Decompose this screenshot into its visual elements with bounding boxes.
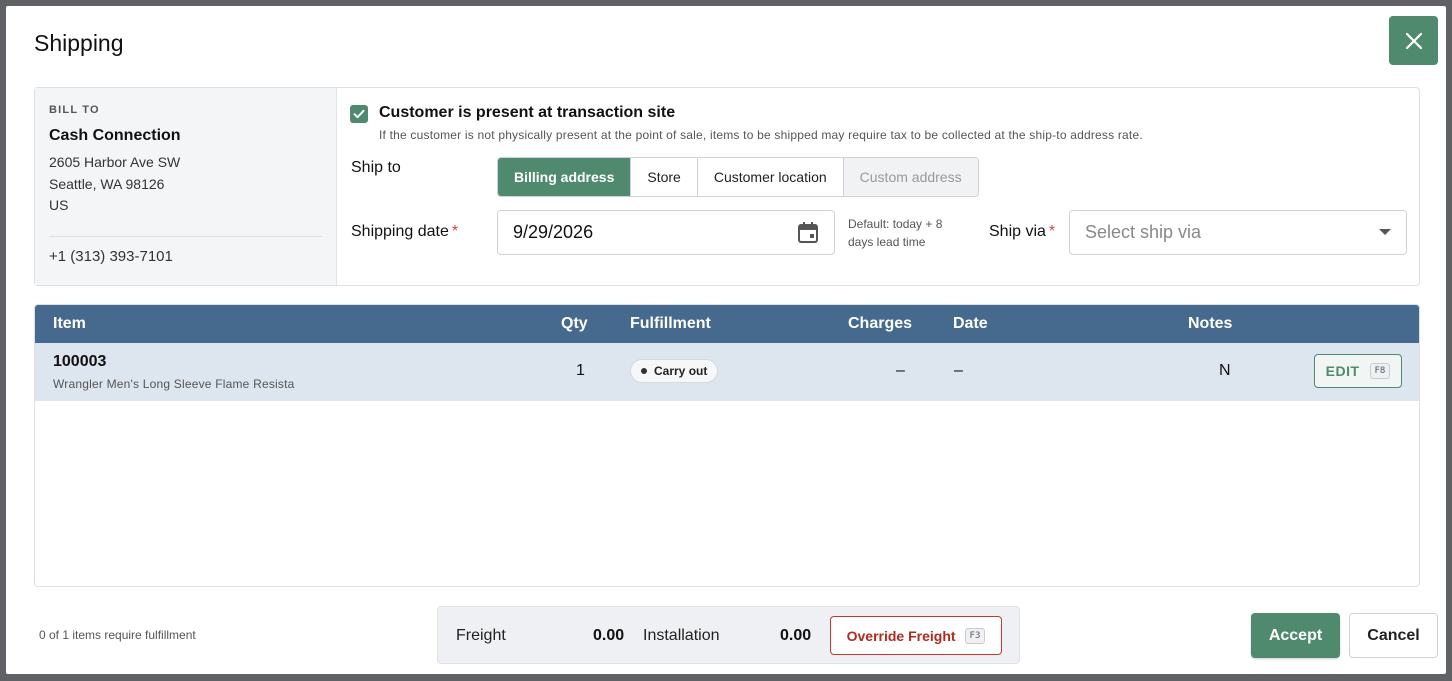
override-freight-button[interactable]: Override Freight F3 [830,616,1002,655]
close-button[interactable] [1389,16,1438,65]
item-charges: – [896,362,905,379]
dialog-title: Shipping [34,30,124,56]
shortcut-hint: F8 [1369,363,1391,379]
shipping-date-label: Shipping date * [351,223,458,241]
shipping-dialog: Shipping BILL TO Cash Connection 2605 Ha… [6,6,1446,674]
items-table: Item Qty Fulfillment Charges Date Notes … [34,304,1420,587]
shipping-date-default-note: Default: today + 8 days lead time [848,217,943,249]
item-notes: N [1219,362,1231,379]
ship-via-select[interactable]: Select ship via [1069,210,1407,255]
customer-present-note: If the customer is not physically presen… [379,128,1143,142]
column-header-qty: Qty [561,315,588,332]
item-date: – [954,362,963,379]
item-qty: 1 [576,362,585,379]
installation-value: 0.00 [780,627,812,644]
edit-button-label: EDIT [1325,363,1360,379]
ship-to-custom-address: Custom address [843,158,978,196]
bill-to-phone: +1 (313) 393-7101 [49,247,173,265]
column-header-date: Date [953,315,988,332]
ship-to-billing-address[interactable]: Billing address [498,158,632,196]
required-mark: * [451,223,459,240]
checkmark-icon [353,109,365,119]
installation-label: Installation [643,627,720,644]
item-number: 100003 [53,353,107,370]
ship-to-label: Ship to [351,159,401,176]
shipping-details-card: BILL TO Cash Connection 2605 Harbor Ave … [34,87,1420,286]
totals-panel: Freight 0.00 Installation 0.00 Override … [437,606,1020,664]
calendar-icon[interactable] [797,221,819,245]
fulfillment-badge: Carry out [630,359,719,383]
table-header: Item Qty Fulfillment Charges Date Notes [35,305,1419,343]
bill-to-name: Cash Connection [49,127,181,144]
override-freight-label: Override Freight [846,627,956,644]
customer-present-checkbox[interactable] [350,105,368,123]
column-header-notes: Notes [1188,315,1233,332]
address-line: 2605 Harbor Ave SW [49,154,181,170]
bill-to-panel: BILL TO Cash Connection 2605 Harbor Ave … [35,88,337,285]
fulfillment-status-note: 0 of 1 items require fulfillment [39,628,196,642]
table-row[interactable]: 100003 Wrangler Men's Long Sleeve Flame … [35,343,1419,401]
address-line: US [49,197,69,213]
item-description: Wrangler Men's Long Sleeve Flame Resista [53,377,295,391]
accept-button[interactable]: Accept [1251,613,1340,658]
chevron-down-icon [1379,229,1391,235]
fulfillment-label: Carry out [654,364,708,378]
shipping-date-value: 9/29/2026 [513,222,594,242]
shipping-date-label-text: Shipping date [351,223,449,240]
ship-to-store[interactable]: Store [631,158,698,196]
ship-to-customer-location[interactable]: Customer location [698,158,844,196]
freight-value: 0.00 [593,627,625,644]
required-mark: * [1048,223,1056,240]
bill-to-address: 2605 Harbor Ave SW Seattle, WA 98126 US [49,152,322,217]
ship-via-label: Ship via * [989,223,1055,241]
address-line: Seattle, WA 98126 [49,175,165,192]
dot-icon [641,368,647,374]
ship-via-placeholder: Select ship via [1085,222,1202,242]
freight-label: Freight [456,627,506,644]
edit-button[interactable]: EDIT F8 [1314,354,1402,388]
cancel-button[interactable]: Cancel [1349,613,1438,658]
column-header-item: Item [53,315,86,332]
ship-via-label-text: Ship via [989,223,1046,240]
column-header-charges: Charges [848,315,913,332]
ship-to-selector: Billing address Store Customer location … [497,157,979,197]
customer-present-label[interactable]: Customer is present at transaction site [379,104,675,122]
divider [49,235,322,237]
close-icon [1405,32,1422,49]
column-header-fulfillment: Fulfillment [630,315,711,332]
shipping-date-input[interactable]: 9/29/2026 [497,210,835,255]
bill-to-label: BILL TO [49,104,100,116]
shortcut-hint: F3 [964,627,986,644]
